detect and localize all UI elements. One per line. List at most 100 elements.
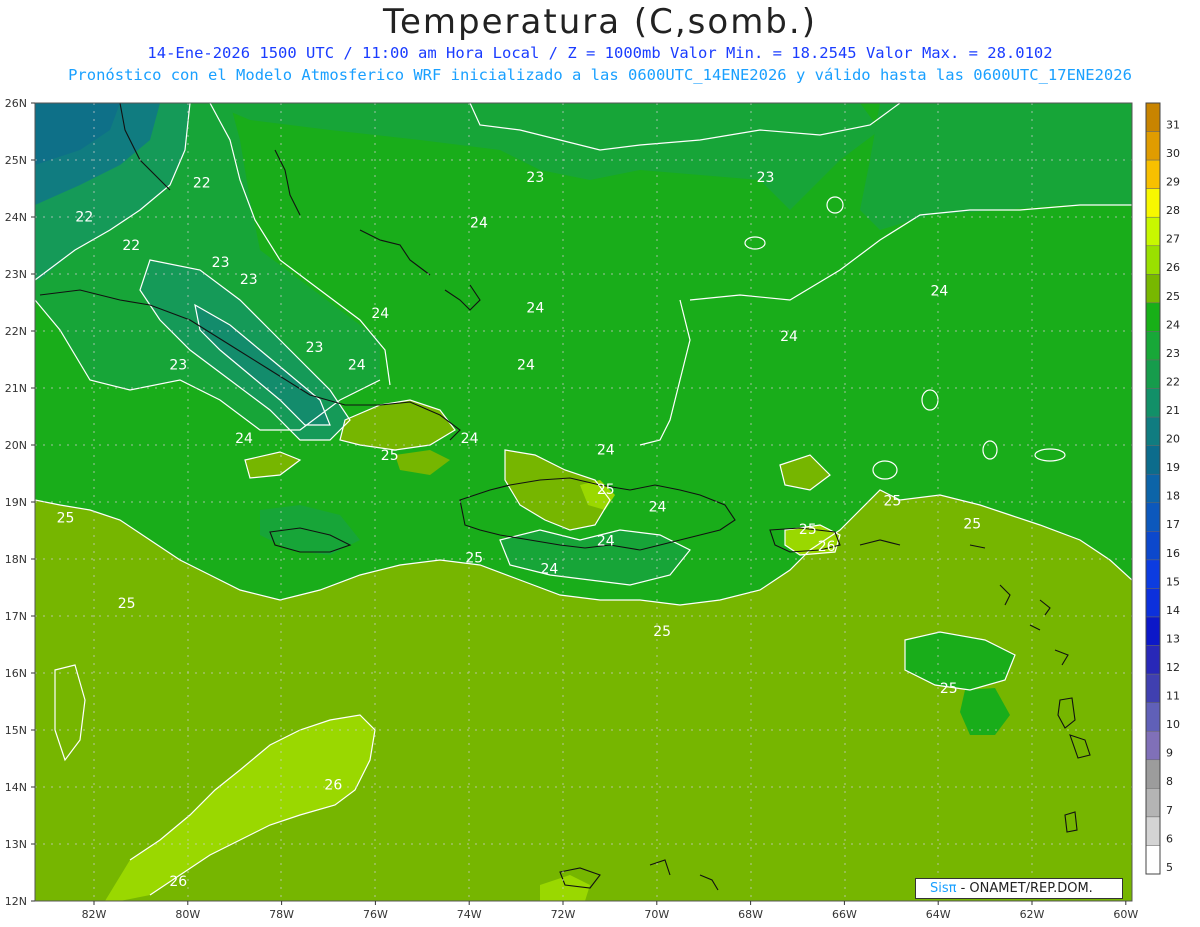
subtitle-model-info: Pronóstico con el Modelo Atmosferico WRF… (68, 66, 1132, 84)
contour-label: 25 (799, 522, 817, 538)
contour-label: 26 (324, 778, 342, 794)
contour-label: 24 (235, 431, 253, 447)
colorbar-swatch (1145, 388, 1161, 418)
contour-label: 24 (597, 533, 615, 549)
lat-tick-label: 22N (5, 325, 27, 338)
colorbar-swatch (1145, 502, 1161, 532)
lon-tick-label: 60W (1113, 908, 1138, 921)
colorbar-label: 26 (1166, 261, 1180, 274)
colorbar-swatch (1145, 645, 1161, 675)
contour-label: 25 (963, 516, 981, 532)
colorbar-swatch (1145, 616, 1161, 646)
contour-label: 24 (597, 442, 615, 458)
lat-tick-label: 23N (5, 268, 27, 281)
colorbar-label: 5 (1166, 861, 1173, 874)
colorbar-label: 31 (1166, 118, 1180, 131)
credit-org: - ONAMET/REP.DOM. (956, 881, 1093, 896)
contour-label: 22 (75, 210, 93, 226)
colorbar-swatch (1145, 302, 1161, 332)
lat-tick-label: 24N (5, 211, 27, 224)
contour-label: 25 (883, 494, 901, 510)
lon-tick-label: 78W (269, 908, 294, 921)
chart-title: Temperatura (C,somb.) (383, 2, 817, 42)
lon-tick-label: 70W (644, 908, 669, 921)
contour-label: 26 (818, 539, 836, 555)
contour-label: 23 (212, 255, 230, 271)
lon-tick-label: 64W (926, 908, 951, 921)
colorbar-label: 9 (1166, 747, 1173, 760)
lat-tick-label: 21N (5, 382, 27, 395)
longitude-axis: 82W 80W 78W 76W 74W 72W 70W 68W 66W 64W 62W 60W (82, 901, 1138, 921)
contour-label: 23 (526, 170, 544, 186)
contour-label: 22 (193, 176, 211, 192)
contour-label: 22 (122, 238, 140, 254)
lon-tick-label: 66W (832, 908, 857, 921)
lat-tick-label: 26N (5, 97, 27, 110)
colorbar-label: 6 (1166, 832, 1173, 845)
colorbar-swatch (1145, 759, 1161, 789)
colorbar-swatch (1145, 473, 1161, 504)
colorbar-swatch (1145, 845, 1161, 875)
subtitle-time-range: 14-Ene-2026 1500 UTC / 11:00 am Hora Loc… (147, 44, 1053, 62)
colorbar-label: 25 (1166, 290, 1180, 303)
contour-label: 23 (169, 357, 187, 373)
map-plot-area: 22 22 22 23 23 23 23 23 23 24 24 24 24 24 24 24 24 24 24 24… (35, 103, 1132, 901)
lat-tick-label: 14N (5, 781, 27, 794)
colorbar-swatch (1145, 531, 1161, 561)
latitude-axis: 26N 25N 24N 23N 22N 21N 20N 19N 18N 17N 16N 15N 14N 1… (5, 97, 35, 908)
colorbar-label: 10 (1166, 718, 1180, 731)
colorbar: 31 30 29 28 27 26 25 24 23 22 21 20 19 18 17 16 15 14 13 12… (1145, 102, 1180, 875)
colorbar-label: 11 (1166, 690, 1180, 703)
contour-label: 23 (306, 340, 324, 356)
colorbar-swatch (1145, 445, 1161, 475)
colorbar-label: 8 (1166, 775, 1173, 788)
contour-label: 25 (940, 681, 958, 697)
lat-tick-label: 25N (5, 154, 27, 167)
credit-box: Sisπ - ONAMET/REP.DOM. (915, 878, 1123, 899)
colorbar-label: 29 (1166, 176, 1180, 189)
contour-label: 25 (57, 511, 75, 527)
lat-tick-label: 18N (5, 553, 27, 566)
colorbar-swatch (1145, 673, 1161, 703)
contour-label: 25 (465, 550, 483, 566)
lon-tick-label: 62W (1020, 908, 1045, 921)
lat-tick-label: 15N (5, 724, 27, 737)
colorbar-label: 27 (1166, 233, 1180, 246)
contour-label: 24 (348, 357, 366, 373)
lon-tick-label: 82W (82, 908, 107, 921)
contour-label: 24 (461, 431, 479, 447)
contour-label: 24 (470, 215, 488, 231)
contour-label: 23 (757, 170, 775, 186)
colorbar-swatch (1145, 702, 1161, 732)
contour-label: 23 (240, 272, 258, 288)
colorbar-label: 22 (1166, 375, 1180, 388)
contour-label: 24 (780, 329, 798, 345)
colorbar-swatch (1145, 159, 1161, 189)
contour-label: 25 (597, 482, 615, 498)
contour-label: 24 (930, 283, 948, 299)
lat-tick-label: 20N (5, 439, 27, 452)
colorbar-label: 28 (1166, 204, 1180, 217)
colorbar-swatch (1145, 588, 1161, 618)
colorbar-label: 13 (1166, 632, 1180, 645)
contour-label: 25 (381, 448, 399, 464)
lat-tick-label: 12N (5, 895, 27, 908)
credit-sis: Sisπ (930, 881, 957, 896)
contour-label: 25 (118, 596, 136, 612)
colorbar-swatch (1145, 559, 1161, 589)
colorbar-swatch (1145, 216, 1161, 247)
contour-label: 24 (526, 300, 544, 316)
colorbar-label: 15 (1166, 575, 1180, 588)
colorbar-label: 17 (1166, 518, 1180, 531)
contour-label: 26 (169, 874, 187, 890)
lat-tick-label: 19N (5, 496, 27, 509)
colorbar-swatch (1145, 359, 1161, 389)
colorbar-swatch (1145, 816, 1161, 846)
lon-tick-label: 68W (738, 908, 763, 921)
colorbar-swatch (1145, 245, 1161, 275)
contour-label: 25 (653, 624, 671, 640)
colorbar-swatch (1145, 274, 1161, 304)
lon-tick-label: 72W (551, 908, 576, 921)
colorbar-label: 20 (1166, 433, 1180, 446)
lon-tick-label: 76W (363, 908, 388, 921)
